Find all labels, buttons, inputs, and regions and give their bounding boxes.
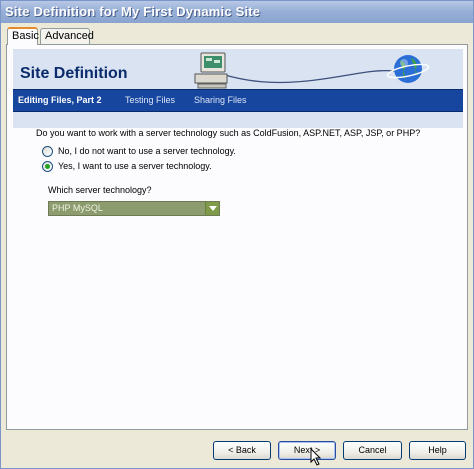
computer-icon xyxy=(194,52,228,89)
wizard-banner: Site Definition Editing Files, Part 2 Te… xyxy=(13,49,463,128)
radio-no[interactable] xyxy=(42,146,53,157)
radio-yes-label[interactable]: Yes, I want to use a server technology. xyxy=(58,161,212,171)
tab-basic[interactable]: Basic xyxy=(7,27,39,45)
dropdown-button[interactable] xyxy=(205,202,219,215)
window-title: Site Definition for My First Dynamic Sit… xyxy=(5,4,261,19)
basic-panel: Site Definition Editing Files, Part 2 Te… xyxy=(6,44,468,430)
cancel-button[interactable]: Cancel xyxy=(343,441,402,460)
network-graphic xyxy=(194,52,430,89)
server-technology-question: Do you want to work with a server techno… xyxy=(36,128,421,138)
server-technology-select[interactable]: PHP MySQL xyxy=(48,201,220,216)
radio-yes[interactable] xyxy=(42,161,53,172)
tab-advanced[interactable]: Advanced xyxy=(40,28,94,44)
site-definition-dialog: Site Definition for My First Dynamic Sit… xyxy=(0,0,474,469)
server-technology-select-label: Which server technology? xyxy=(48,185,152,195)
radio-no-label[interactable]: No, I do not want to use a server techno… xyxy=(58,146,236,156)
chevron-down-icon xyxy=(209,206,217,211)
banner-title: Site Definition xyxy=(20,65,128,82)
title-bar[interactable]: Site Definition for My First Dynamic Sit… xyxy=(1,1,473,23)
globe-icon xyxy=(386,55,430,83)
step-sharing-files: Sharing Files xyxy=(194,95,247,105)
next-button[interactable]: Next > xyxy=(278,441,336,460)
step-editing-files-part-2: Editing Files, Part 2 xyxy=(18,95,102,105)
wizard-steps-bar: Editing Files, Part 2 Testing Files Shar… xyxy=(13,89,463,112)
back-button[interactable]: < Back xyxy=(213,441,271,460)
server-technology-value: PHP MySQL xyxy=(52,203,103,213)
step-testing-files: Testing Files xyxy=(125,95,176,105)
help-button[interactable]: Help xyxy=(409,441,466,460)
mouse-pointer-icon xyxy=(310,448,322,466)
